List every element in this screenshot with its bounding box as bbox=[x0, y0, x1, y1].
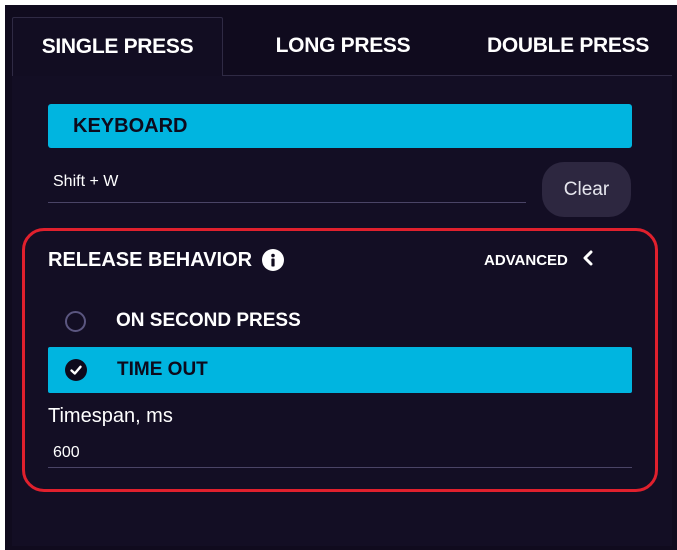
option-on-second-press[interactable]: ON SECOND PRESS bbox=[48, 298, 632, 344]
option-time-out[interactable]: TIME OUT bbox=[48, 347, 632, 393]
option-label: ON SECOND PRESS bbox=[116, 310, 301, 331]
clear-button[interactable]: Clear bbox=[542, 162, 631, 217]
release-behavior-header: RELEASE BEHAVIOR bbox=[48, 245, 285, 275]
release-behavior-title: RELEASE BEHAVIOR bbox=[48, 248, 253, 271]
tab-double-press[interactable]: DOUBLE PRESS bbox=[466, 17, 670, 75]
radio-unchecked-icon bbox=[65, 310, 86, 332]
tab-single-press[interactable]: SINGLE PRESS bbox=[12, 17, 223, 76]
advanced-toggle[interactable]: ADVANCED bbox=[484, 245, 594, 275]
advanced-label: ADVANCED bbox=[484, 251, 568, 269]
action-type-keyboard[interactable]: KEYBOARD bbox=[48, 104, 632, 148]
radio-checked-icon bbox=[65, 359, 87, 381]
info-icon[interactable] bbox=[262, 249, 285, 271]
timespan-input[interactable]: 600 bbox=[48, 438, 632, 468]
tab-long-press[interactable]: LONG PRESS bbox=[252, 17, 434, 75]
shortcut-input[interactable]: Shift + W bbox=[48, 168, 526, 203]
timespan-label: Timespan, ms bbox=[48, 405, 173, 427]
option-label: TIME OUT bbox=[117, 359, 208, 380]
chevron-left-icon bbox=[582, 250, 594, 270]
